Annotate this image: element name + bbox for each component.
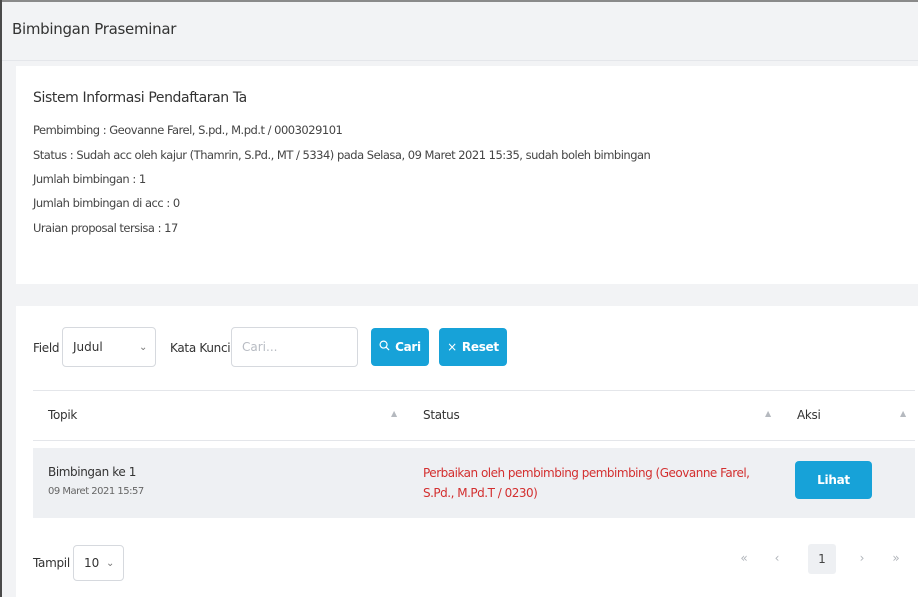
sort-icon[interactable]: ▲	[765, 409, 771, 418]
info-card: Sistem Informasi Pendaftaran Ta Pembimbi…	[16, 66, 918, 284]
column-header-status[interactable]: Status	[423, 408, 460, 422]
page-size-value: 10	[84, 556, 100, 570]
pagination-first[interactable]: «	[734, 551, 754, 565]
pagination-last[interactable]: »	[886, 551, 906, 565]
sort-icon[interactable]: ▲	[900, 409, 906, 418]
field-label: Field	[33, 341, 60, 355]
keyword-label: Kata Kunci	[170, 341, 231, 355]
view-button[interactable]: Lihat	[795, 461, 872, 499]
page-size-select[interactable]: 10 ⌄	[73, 545, 124, 581]
pagination-prev[interactable]: ‹	[767, 551, 787, 565]
search-button[interactable]: Cari	[371, 328, 429, 366]
close-icon: ×	[447, 340, 457, 354]
row-date: 09 Maret 2021 15:57	[48, 486, 144, 497]
chevron-down-icon: ⌄	[139, 342, 148, 353]
field-select[interactable]: Judul ⌄	[62, 327, 156, 367]
sort-icon[interactable]: ▲	[391, 409, 397, 418]
remaining-proposal-count: Uraian proposal tersisa : 17	[33, 221, 178, 235]
window-frame-left	[0, 0, 2, 597]
page-title: Bimbingan Praseminar	[12, 20, 177, 38]
approved-guidance-count: Jumlah bimbingan di acc : 0	[33, 196, 180, 210]
guidance-count: Jumlah bimbingan : 1	[33, 172, 146, 186]
table-row: Bimbingan ke 1 09 Maret 2021 15:57 Perba…	[33, 448, 915, 518]
supervisor-info: Pembimbing : Geovanne Farel, S.pd., M.pd…	[33, 123, 343, 137]
search-icon	[379, 340, 390, 354]
pagination-next[interactable]: ›	[852, 551, 872, 565]
keyword-input[interactable]	[231, 327, 358, 367]
row-status: Perbaikan oleh pembimbing pembimbing (Ge…	[423, 466, 750, 500]
search-button-label: Cari	[395, 340, 421, 354]
page-header: Bimbingan Praseminar	[2, 2, 918, 61]
column-header-aksi[interactable]: Aksi	[797, 408, 821, 422]
guidance-table-card: Field Judul ⌄ Kata Kunci Cari × Reset To…	[16, 306, 918, 597]
pagination-current-page[interactable]: 1	[808, 544, 836, 574]
column-header-topik[interactable]: Topik	[48, 408, 77, 422]
reset-button-label: Reset	[461, 340, 499, 354]
page-size-label: Tampil	[33, 556, 70, 570]
table-header: Topik ▲ Status ▲ Aksi ▲	[33, 390, 915, 441]
project-title: Sistem Informasi Pendaftaran Ta	[33, 90, 247, 106]
reset-button[interactable]: × Reset	[439, 328, 507, 366]
approval-status: Status : Sudah acc oleh kajur (Thamrin, …	[33, 148, 651, 162]
chevron-down-icon: ⌄	[106, 558, 115, 569]
field-select-value: Judul	[73, 340, 103, 354]
row-topic: Bimbingan ke 1	[48, 465, 136, 479]
